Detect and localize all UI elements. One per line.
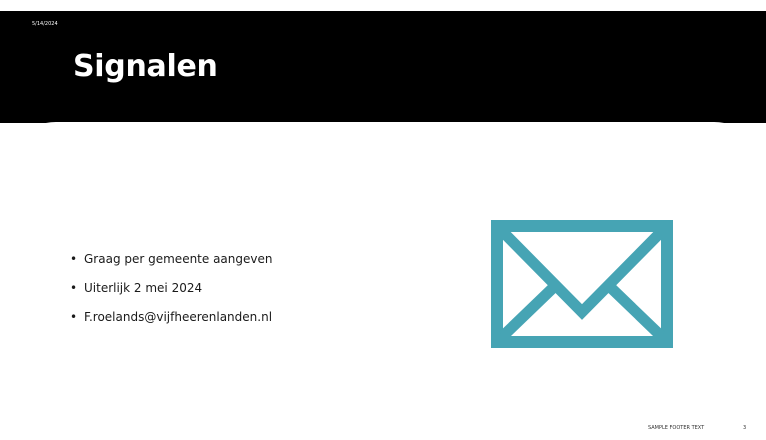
bullet-item: • Uiterlijk 2 mei 2024 bbox=[70, 279, 272, 308]
bullet-text: Uiterlijk 2 mei 2024 bbox=[84, 281, 203, 295]
footer-text: SAMPLE FOOTER TEXT bbox=[648, 425, 705, 431]
bullet-marker: • bbox=[70, 310, 78, 324]
bullet-item: • F.roelands@vijfheerenlanden.nl bbox=[70, 308, 272, 337]
bullet-marker: • bbox=[70, 252, 78, 266]
slide: 5/14/2024 Signalen • Graag per gemeente a… bbox=[0, 0, 766, 440]
bullet-marker: • bbox=[70, 281, 78, 295]
bullet-list: • Graag per gemeente aangeven • Uiterlijk … bbox=[70, 250, 272, 337]
page-number: 3 bbox=[743, 425, 747, 431]
bullet-text: Graag per gemeente aangeven bbox=[84, 252, 273, 266]
bullet-text: F.roelands@vijfheerenlanden.nl bbox=[84, 310, 273, 324]
bullet-item: • Graag per gemeente aangeven bbox=[70, 250, 272, 279]
envelope-icon bbox=[491, 220, 673, 348]
slide-title: Signalen bbox=[73, 49, 218, 84]
slide-date: 5/14/2024 bbox=[32, 21, 58, 27]
